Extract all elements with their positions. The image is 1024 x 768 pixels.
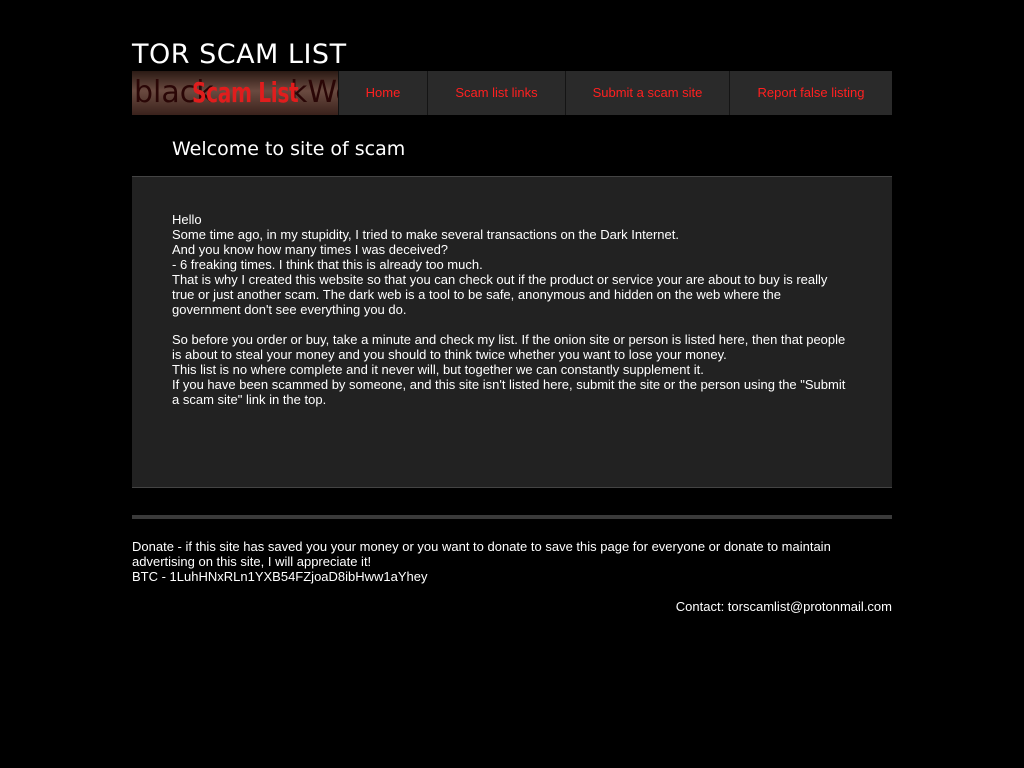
nav-home-link[interactable]: Home [339, 71, 428, 115]
nav-scam-list-links[interactable]: Scam list links [428, 71, 566, 115]
btc-address[interactable]: BTC - 1LuhHNxRLn1YXB54FZjoaD8ibHww1aYhey [132, 569, 852, 584]
content-paragraph: If you have been scammed by someone, and… [172, 377, 846, 407]
donate-section: Donate - if this site has saved you your… [132, 539, 852, 584]
content-panel: Hello Some time ago, in my stupidity, I … [132, 176, 892, 488]
content-paragraph: Some time ago, in my stupidity, I tried … [172, 227, 679, 242]
header-bar: black kWe Scam List Home Scam list links… [132, 71, 892, 115]
content-paragraph: So before you order or buy, take a minut… [172, 332, 846, 362]
page-heading: Welcome to site of scam [172, 138, 406, 160]
logo-main-text: Scam List [192, 76, 299, 109]
content-text: Hello Some time ago, in my stupidity, I … [172, 212, 852, 407]
contact-info[interactable]: Contact: torscamlist@protonmail.com [132, 599, 892, 614]
nav-report-false-listing[interactable]: Report false listing [730, 71, 892, 115]
content-paragraph: And you know how many times I was deceiv… [172, 242, 449, 257]
content-paragraph: Hello [172, 212, 202, 227]
main-nav: Home Scam list links Submit a scam site … [339, 71, 892, 115]
content-paragraph: That is why I created this website so th… [172, 272, 828, 317]
footer-divider [132, 515, 892, 519]
donate-text: Donate - if this site has saved you your… [132, 539, 831, 569]
site-title: TOR SCAM LIST [132, 39, 347, 70]
content-paragraph: - 6 freaking times. I think that this is… [172, 257, 483, 272]
nav-submit-scam-site[interactable]: Submit a scam site [566, 71, 730, 115]
content-paragraph: This list is no where complete and it ne… [172, 362, 704, 377]
site-logo[interactable]: black kWe Scam List [132, 71, 339, 115]
page: TOR SCAM LIST black kWe Scam List Home S… [0, 0, 1024, 768]
